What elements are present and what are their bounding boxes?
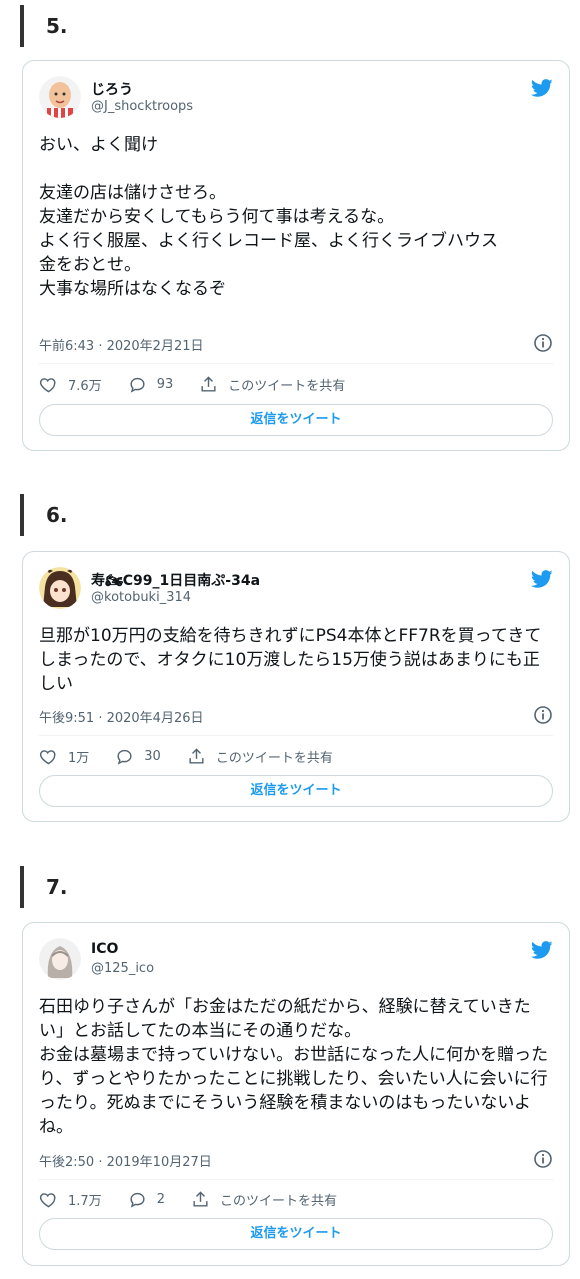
info-icon[interactable] <box>533 705 553 725</box>
share-label: このツイートを共有 <box>215 750 333 766</box>
reply-count: 93 <box>156 376 174 392</box>
info-icon[interactable] <box>533 1149 553 1169</box>
like-button[interactable]: 1万 <box>39 747 89 766</box>
user-handle[interactable]: @J_shocktroops <box>91 99 193 114</box>
like-count: 1万 <box>68 750 90 766</box>
reply-count-button[interactable]: 2 <box>128 1190 165 1209</box>
tweet-card: 寿🏍C99_1日目南ぷ-34a @kotobuki_314 旦那が10万円の支給… <box>22 551 570 822</box>
avatar[interactable] <box>39 567 81 609</box>
heart-icon <box>39 377 56 392</box>
display-name[interactable]: ICO <box>91 941 118 957</box>
tweet-timestamp[interactable]: 午前6:43 · 2020年2月21日 <box>39 335 204 354</box>
display-name[interactable]: 寿🏍C99_1日目南ぷ-34a <box>91 570 260 590</box>
tweet-text: 旦那が10万円の支給を待ちきれずにPS4本体とFF7Rを買ってきてしまったので、… <box>39 626 542 694</box>
reply-count-button[interactable]: 30 <box>115 747 161 766</box>
tweet-timestamp[interactable]: 午後9:51 · 2020年4月26日 <box>39 707 204 726</box>
reply-icon <box>117 749 132 765</box>
tweet-actions: 1.7万 2 このツイートを共有 <box>39 1187 553 1211</box>
tweet-text: 石田ゆり子さんが「お金はただの紙だから、経験に替えていきたい」とお話してたの本当… <box>39 997 549 1137</box>
avatar[interactable] <box>39 938 81 980</box>
tweet-text: おい、よく聞け 友達の店は儲けさせろ。 友達だから安くしてもらう何て事は考えるな… <box>39 135 498 299</box>
section-number: 5. <box>20 5 68 47</box>
reply-tweet-button[interactable]: 返信をツイート <box>39 404 553 436</box>
share-label: このツイートを共有 <box>219 1193 337 1209</box>
reply-tweet-button[interactable]: 返信をツイート <box>39 1218 553 1250</box>
info-icon[interactable] <box>533 333 553 353</box>
share-button[interactable]: このツイートを共有 <box>191 1190 337 1209</box>
display-name[interactable]: じろう <box>91 79 133 99</box>
tweet-card: ICO @125_ico 石田ゆり子さんが「お金はただの紙だから、経験に替えてい… <box>22 922 570 1266</box>
user-handle[interactable]: @125_ico <box>91 961 154 976</box>
reply-icon <box>130 377 145 393</box>
reply-count: 30 <box>144 748 161 764</box>
share-icon <box>189 747 204 764</box>
divider <box>39 1179 553 1180</box>
tweet-actions: 7.6万 93 このツイートを共有 <box>39 372 553 396</box>
like-button[interactable]: 1.7万 <box>39 1190 102 1209</box>
share-icon <box>193 1190 208 1207</box>
reply-icon <box>130 1192 145 1208</box>
heart-icon <box>39 1192 56 1207</box>
section-number: 7. <box>20 866 68 908</box>
divider <box>39 363 553 364</box>
section-number: 6. <box>20 494 68 536</box>
tweet-card: じろう @J_shocktroops おい、よく聞け 友達の店は儲けさせろ。 友… <box>22 60 570 451</box>
share-icon <box>201 375 216 392</box>
like-button[interactable]: 7.6万 <box>39 375 102 394</box>
user-handle[interactable]: @kotobuki_314 <box>91 590 191 605</box>
avatar[interactable] <box>39 76 81 118</box>
share-label: このツイートを共有 <box>228 378 346 394</box>
twitter-bird-icon[interactable] <box>531 939 553 961</box>
divider <box>39 735 553 736</box>
twitter-bird-icon[interactable] <box>531 77 553 99</box>
like-count: 1.7万 <box>68 1193 102 1209</box>
heart-icon <box>39 749 56 764</box>
tweet-actions: 1万 30 このツイートを共有 <box>39 744 553 768</box>
tweet-timestamp[interactable]: 午後2:50 · 2019年10月27日 <box>39 1151 212 1170</box>
share-button[interactable]: このツイートを共有 <box>187 747 333 766</box>
share-button[interactable]: このツイートを共有 <box>199 375 345 394</box>
reply-tweet-button[interactable]: 返信をツイート <box>39 775 553 807</box>
like-count: 7.6万 <box>68 378 102 394</box>
reply-count: 2 <box>156 1191 165 1207</box>
reply-count-button[interactable]: 93 <box>128 375 174 394</box>
twitter-bird-icon[interactable] <box>531 568 553 590</box>
